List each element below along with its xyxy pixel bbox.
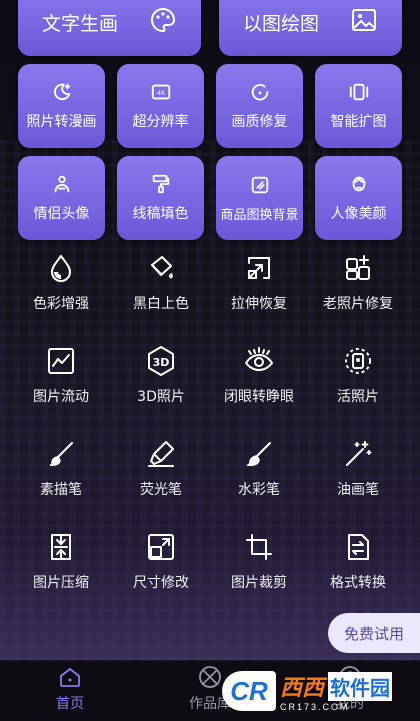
tool-item[interactable]: 老照片修复 [308,245,408,331]
tool-item[interactable]: 格式转换 [308,524,408,610]
svg-text:4K: 4K [156,89,165,97]
product-bg-icon [249,174,271,196]
moon-sparkle-icon [51,81,73,103]
feature-card-label: 照片转漫画 [26,114,97,130]
circle-refresh-icon [249,81,271,103]
home-icon [58,665,82,689]
expand-frame-icon [348,81,370,103]
feature-card-label: 人像美颜 [330,206,387,222]
feature-card-label: 商品图换背景 [220,207,299,223]
watermark-text1: 西西 [280,675,325,700]
text-to-image-card[interactable]: 文字生画 [18,0,201,56]
feature-card[interactable]: 线稿填色 [117,156,204,240]
image-icon [350,6,378,38]
tool-item[interactable]: 活照片 [308,338,408,424]
tool-item[interactable]: 尺寸修改 [111,524,211,610]
feature-card[interactable]: 智能扩图 [315,64,402,148]
feature-card-label: 画质修复 [231,114,288,130]
live-photo-icon [341,344,375,378]
compress-icon [44,530,78,564]
4k-icon: 4K [150,81,172,103]
watercolor-brush-icon [242,437,276,471]
resize-icon [144,530,178,564]
text-to-image-label: 文字生画 [42,12,119,35]
highlighter-icon [144,437,178,471]
feature-card[interactable]: 人像美颜 [315,156,402,240]
tool-item-label: 3D照片 [137,389,185,405]
old-photo-icon [341,251,375,285]
crop-icon [242,530,276,564]
tool-item-label: 素描笔 [40,482,82,498]
feature-card[interactable]: 照片转漫画 [18,64,105,148]
feature-card[interactable]: 商品图换背景 [216,156,303,240]
watermark-text2: 软件园 [328,672,393,701]
flow-chart-icon [44,344,78,378]
tool-item-label: 图片流动 [33,389,89,405]
tool-item-label: 拉伸恢复 [231,296,287,312]
tool-item[interactable]: 油画笔 [308,431,408,517]
tool-item[interactable]: 3D 3D照片 [111,338,211,424]
tool-item-label: 油画笔 [337,482,379,498]
feature-card[interactable]: 情侣头像 [18,156,105,240]
watermark-logo: CR [222,671,276,711]
tool-item[interactable]: 图片流动 [11,338,111,424]
feature-card-label: 线稿填色 [132,206,189,222]
watermark-sub: CR173.COM [280,702,350,712]
palette-icon [149,6,177,38]
tab-home-label: 首页 [56,696,84,712]
feature-card-label: 情侣头像 [33,206,90,222]
tool-item-label: 尺寸修改 [133,575,189,591]
tool-item[interactable]: 闭眼转睁眼 [209,338,309,424]
3d-hex-icon: 3D [144,344,178,378]
tool-item-label: 闭眼转睁眼 [224,389,294,405]
tool-item[interactable]: 拉伸恢复 [209,245,309,331]
image-to-image-card[interactable]: 以图绘图 [219,0,402,56]
tool-item-label: 色彩增强 [33,296,89,312]
eye-icon [242,344,276,378]
paint-roller-icon [150,173,172,195]
feature-card-label: 智能扩图 [330,114,387,130]
feature-card[interactable]: 画质修复 [216,64,303,148]
magic-wand-icon [341,437,375,471]
couple-icon [51,173,73,195]
feature-card-label: 超分辨率 [132,114,189,130]
tool-item[interactable]: 黑白上色 [111,245,211,331]
watermark: CR 西西 软件园 CR173.COM [222,668,400,714]
free-trial-label: 免费试用 [343,624,404,643]
tool-item[interactable]: 图片压缩 [11,524,111,610]
image-to-image-label: 以图绘图 [243,12,320,35]
stretch-arrow-icon [242,251,276,285]
feature-card[interactable]: 4K 超分辨率 [117,64,204,148]
brush-icon [44,437,78,471]
convert-icon [341,530,375,564]
tool-item[interactable]: 图片裁剪 [209,524,309,610]
tool-item[interactable]: 荧光笔 [111,431,211,517]
droplet-icon [44,251,78,285]
svg-text:3D: 3D [153,356,170,369]
paint-bucket-icon [144,251,178,285]
tool-item[interactable]: 水彩笔 [209,431,309,517]
tool-item-label: 老照片修复 [323,296,393,312]
tool-item-label: 格式转换 [330,575,386,591]
tool-item-label: 黑白上色 [133,296,189,312]
tool-item-label: 图片裁剪 [231,575,287,591]
tool-item-label: 活照片 [337,389,379,405]
tool-item[interactable]: 素描笔 [11,431,111,517]
gallery-icon [198,665,222,689]
tool-item-label: 荧光笔 [140,482,182,498]
free-trial-button[interactable]: 免费试用 [328,613,420,653]
tab-home[interactable]: 首页 [30,665,110,717]
face-beauty-icon [348,173,370,195]
tool-item[interactable]: 色彩增强 [11,245,111,331]
tool-item-label: 图片压缩 [33,575,89,591]
tool-item-label: 水彩笔 [238,482,280,498]
